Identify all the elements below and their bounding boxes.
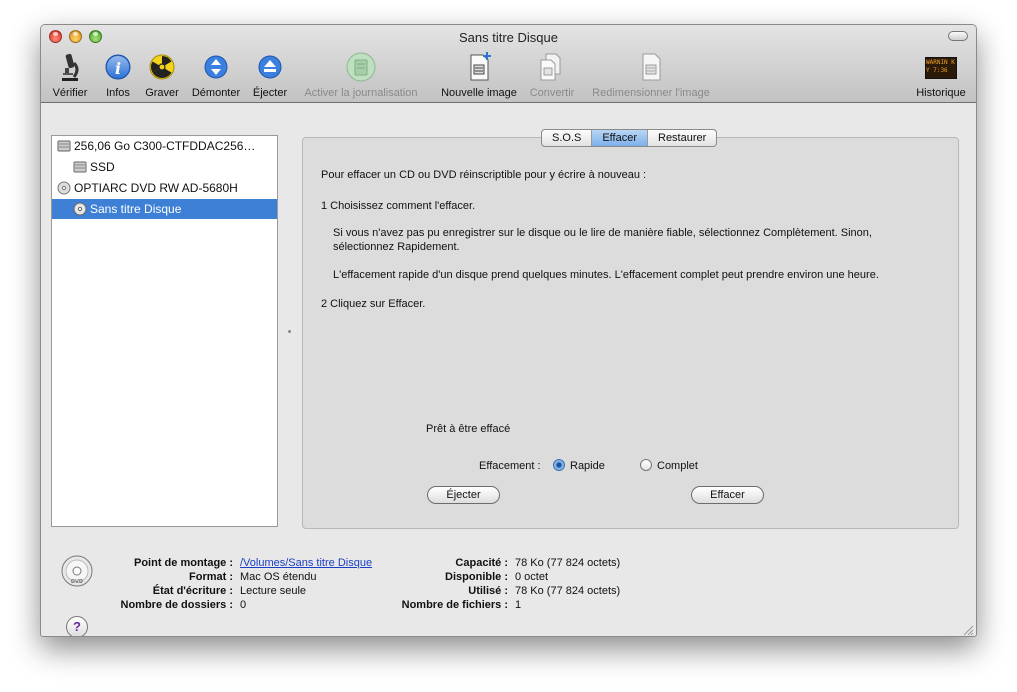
history-label: Historique [916,87,966,99]
erase-step-1: 1 Choisissez comment l'effacer. [321,200,476,212]
new-image-button[interactable]: Nouvelle image [441,51,517,101]
file-count-label: Nombre de fichiers : [401,599,508,611]
disk-utility-window: Sans titre Disque Vérifier i Infos Grave… [40,24,977,637]
toolbar-toggle-button[interactable] [948,31,968,41]
unmount-button[interactable]: Démonter [192,51,240,101]
disk-list: 256,06 Go C300-CTFDDAC256… SSD OPTIARC D… [51,135,278,527]
sidebar-item-ssd-volume[interactable]: SSD [52,157,277,177]
complete-erase-label[interactable]: Complet [657,460,698,472]
burn-button[interactable]: Graver [145,51,179,101]
write-state-value: Lecture seule [240,585,307,597]
complete-erase-radio[interactable] [640,459,652,471]
sidebar-item-label: SSD [90,160,115,174]
resize-image-label: Redimensionner l'image [592,87,710,99]
convert-icon [540,53,561,81]
info-icon: i [105,54,131,80]
available-value: 0 octet [515,571,549,583]
log-icon-text: WARNIN KY 7:36 [926,59,955,74]
tab-erase[interactable]: Effacer [592,130,648,146]
capacity-value: 78 Ko (77 824 octets) [515,557,621,569]
eject-button[interactable]: Éjecter [427,486,500,504]
erase-mode-label: Effacement : [479,460,541,472]
erase-button[interactable]: Effacer [691,486,764,504]
log-icon: WARNIN KY 7:36 [925,57,957,79]
hard-drive-icon [57,140,71,152]
sidebar-item-optical-drive[interactable]: OPTIARC DVD RW AD-5680H [52,178,277,198]
mount-point-link[interactable]: /Volumes/Sans titre Disque [240,557,372,569]
write-state-label: État d'écriture : [152,585,233,597]
erase-status: Prêt à être effacé [426,423,511,435]
optical-drive-icon [57,181,71,195]
erase-panel: S.O.S Effacer Restaurer Pour effacer un … [302,129,959,529]
volume-icon [73,161,87,173]
new-image-label: Nouvelle image [441,87,517,99]
new-image-icon [470,52,491,81]
enable-journaling-label: Activer la journalisation [304,87,418,99]
file-count-value: 1 [515,599,522,611]
convert-button[interactable]: Convertir [530,51,574,101]
used-label: Utilisé : [468,585,508,597]
disk-info: DVD ? Point de montage : /Volumes/Sans t… [41,549,976,636]
eject-toolbar-button[interactable]: Éjecter [253,51,287,101]
sidebar-item-disc[interactable]: Sans titre Disque [52,199,277,219]
main-content: 256,06 Go C300-CTFDDAC256… SSD OPTIARC D… [41,104,976,636]
sidebar-item-label: OPTIARC DVD RW AD-5680H [74,181,238,195]
resize-image-button[interactable]: Redimensionner l'image [592,51,710,101]
used-value: 78 Ko (77 824 octets) [515,585,621,597]
resize-grip-icon[interactable] [962,624,974,636]
verify-button[interactable]: Vérifier [53,51,87,101]
help-button[interactable]: ? [66,616,88,636]
erase-help-line-2: sélectionnez Rapidement. [333,241,460,253]
enable-journaling-button[interactable]: Activer la journalisation [304,51,418,101]
capacity-label: Capacité : [455,557,508,569]
eject-icon [258,55,282,79]
tab-bar: S.O.S Effacer Restaurer [541,129,718,147]
available-label: Disponible : [445,571,508,583]
tab-first-aid[interactable]: S.O.S [542,130,593,146]
toolbar: Sans titre Disque Vérifier i Infos Grave… [41,25,976,103]
burn-label: Graver [145,87,179,99]
convert-label: Convertir [529,87,575,99]
info-label: Infos [106,87,130,99]
folder-count-label: Nombre de dossiers : [120,599,233,611]
unmount-label: Démonter [191,87,241,99]
format-value: Mac OS étendu [240,571,317,583]
dvd-disc-icon: DVD [61,555,93,587]
history-button[interactable]: WARNIN KY 7:36 Historique [916,51,966,101]
quick-erase-radio[interactable] [553,459,565,471]
svg-text:DVD: DVD [71,579,83,585]
sidebar-item-ssd-drive[interactable]: 256,06 Go C300-CTFDDAC256… [52,136,277,156]
info-button[interactable]: i Infos [101,51,135,101]
disc-icon [73,202,87,216]
mount-point-value[interactable]: /Volumes/Sans titre Disque [240,557,372,569]
erase-step-2: 2 Cliquez sur Effacer. [321,298,426,310]
journaling-icon [346,52,376,82]
window-title: Sans titre Disque [459,30,558,45]
sidebar-item-label: Sans titre Disque [90,202,182,216]
microscope-icon [62,53,79,81]
verify-label: Vérifier [52,87,88,99]
resize-image-icon [642,53,661,81]
split-view-handle[interactable] [288,330,291,333]
tab-restore[interactable]: Restaurer [648,130,716,146]
svg-text:i: i [115,59,121,78]
mount-point-label: Point de montage : [134,557,233,569]
folder-count-value: 0 [240,599,247,611]
quick-erase-label[interactable]: Rapide [570,460,605,472]
burn-radiation-icon [149,54,175,80]
erase-help-line-1: Si vous n'avez pas pu enregistrer sur le… [333,227,872,239]
eject-toolbar-label: Éjecter [252,87,288,99]
unmount-icon [204,55,228,79]
sidebar-item-label: 256,06 Go C300-CTFDDAC256… [74,139,256,153]
erase-intro: Pour effacer un CD ou DVD réinscriptible… [321,169,647,181]
erase-duration-note: L'effacement rapide d'un disque prend qu… [333,269,879,281]
format-label: Format : [189,571,233,583]
